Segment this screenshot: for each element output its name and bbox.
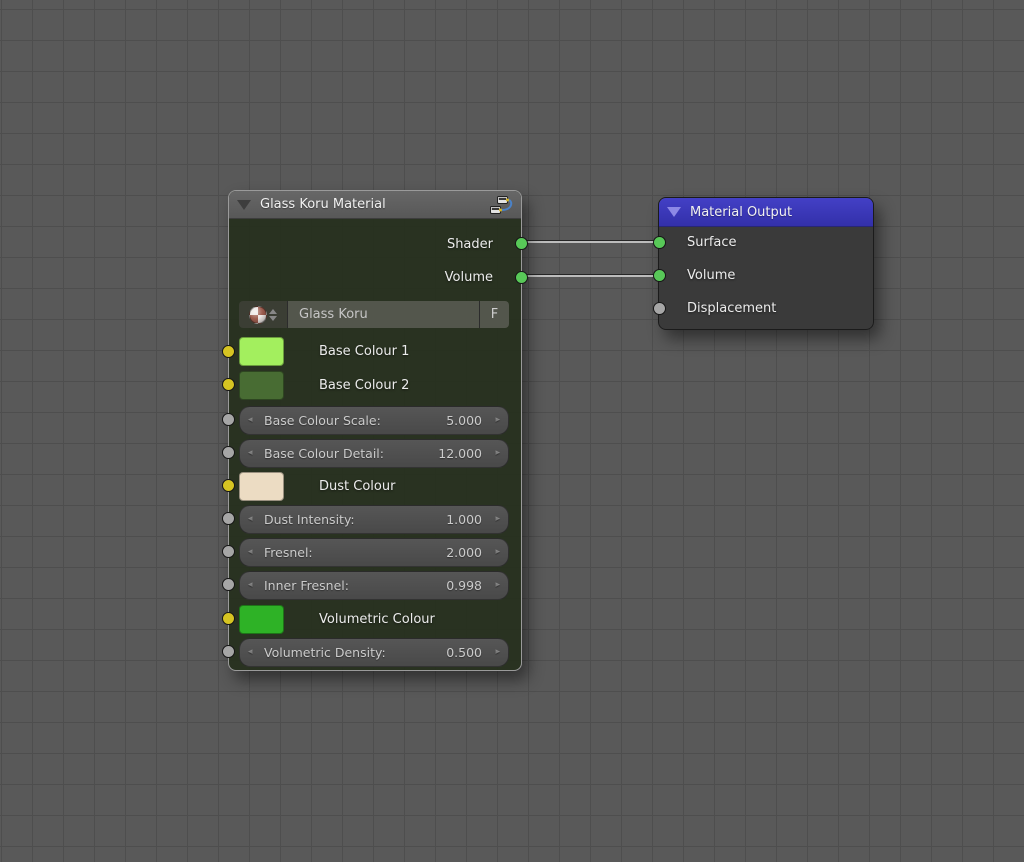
color-swatch-volumetric-colour[interactable]	[239, 605, 284, 634]
slider-value: 2.000	[446, 539, 482, 566]
link-volume-to-volume	[520, 274, 662, 277]
slider-left-arrow-icon[interactable]: ◂	[248, 407, 253, 434]
node-glass-koru-material[interactable]: Glass Koru Material Shader Volume Glass	[228, 190, 522, 671]
node-group-icon	[489, 195, 513, 215]
slider-value: 1.000	[446, 506, 482, 533]
input-label: Base Colour 2	[319, 371, 409, 400]
color-swatch-base-colour-1[interactable]	[239, 337, 284, 366]
datablock-stepper[interactable]	[269, 309, 277, 321]
slider-volumetric-density[interactable]: ◂ Volumetric Density: 0.500 ▸	[239, 638, 509, 667]
slider-left-arrow-icon[interactable]: ◂	[248, 572, 253, 599]
node-title: Glass Koru Material	[260, 197, 485, 212]
socket-output-shader[interactable]	[515, 237, 528, 250]
input-row-dust-colour: Dust Colour	[239, 472, 509, 501]
socket-input-base-colour-scale[interactable]	[222, 413, 235, 426]
socket-input-volumetric-density[interactable]	[222, 645, 235, 658]
socket-input-surface[interactable]	[653, 236, 666, 249]
slider-label: Volumetric Density:	[264, 639, 386, 666]
slider-right-arrow-icon[interactable]: ▸	[495, 539, 500, 566]
socket-input-base-colour-2[interactable]	[222, 378, 235, 391]
slider-left-arrow-icon[interactable]: ◂	[248, 506, 253, 533]
slider-label: Base Colour Scale:	[264, 407, 381, 434]
color-swatch-base-colour-2[interactable]	[239, 371, 284, 400]
socket-input-dust-colour[interactable]	[222, 479, 235, 492]
socket-input-fresnel[interactable]	[222, 545, 235, 558]
input-label-displacement: Displacement	[687, 295, 776, 323]
output-label-shader: Shader	[447, 231, 493, 259]
datablock-selector: Glass Koru F	[239, 301, 509, 328]
slider-right-arrow-icon[interactable]: ▸	[495, 639, 500, 666]
socket-input-inner-fresnel[interactable]	[222, 578, 235, 591]
slider-right-arrow-icon[interactable]: ▸	[495, 407, 500, 434]
material-browse-button[interactable]	[239, 301, 287, 328]
input-row-base-colour-2: Base Colour 2	[239, 371, 509, 400]
slider-label: Fresnel:	[264, 539, 313, 566]
slider-value: 0.998	[446, 572, 482, 599]
slider-right-arrow-icon[interactable]: ▸	[495, 440, 500, 467]
node-header-material-output[interactable]: Material Output	[659, 198, 873, 227]
input-label: Dust Colour	[319, 472, 395, 501]
slider-label: Base Colour Detail:	[264, 440, 384, 467]
output-label-volume: Volume	[445, 264, 493, 292]
slider-left-arrow-icon[interactable]: ◂	[248, 639, 253, 666]
node-material-output[interactable]: Material Output Surface Volume Displacem…	[658, 197, 874, 330]
slider-value: 5.000	[446, 407, 482, 434]
node-title: Material Output	[690, 205, 865, 220]
slider-right-arrow-icon[interactable]: ▸	[495, 506, 500, 533]
datablock-name-field[interactable]: Glass Koru	[287, 301, 479, 328]
input-label: Volumetric Colour	[319, 605, 435, 634]
collapse-triangle-icon[interactable]	[667, 207, 681, 217]
slider-right-arrow-icon[interactable]: ▸	[495, 572, 500, 599]
input-label: Base Colour 1	[319, 337, 409, 366]
slider-dust-intensity[interactable]: ◂ Dust Intensity: 1.000 ▸	[239, 505, 509, 534]
slider-base-colour-scale[interactable]: ◂ Base Colour Scale: 5.000 ▸	[239, 406, 509, 435]
socket-input-base-colour-1[interactable]	[222, 345, 235, 358]
input-row-volumetric-colour: Volumetric Colour	[239, 605, 509, 634]
socket-input-dust-intensity[interactable]	[222, 512, 235, 525]
slider-left-arrow-icon[interactable]: ◂	[248, 539, 253, 566]
material-sphere-icon	[249, 306, 267, 324]
slider-value: 12.000	[438, 440, 482, 467]
slider-fresnel[interactable]: ◂ Fresnel: 2.000 ▸	[239, 538, 509, 567]
slider-left-arrow-icon[interactable]: ◂	[248, 440, 253, 467]
socket-input-volume[interactable]	[653, 269, 666, 282]
input-row-base-colour-1: Base Colour 1	[239, 337, 509, 366]
socket-input-volumetric-colour[interactable]	[222, 612, 235, 625]
fake-user-button[interactable]: F	[479, 301, 509, 328]
slider-label: Inner Fresnel:	[264, 572, 349, 599]
socket-input-displacement[interactable]	[653, 302, 666, 315]
input-label-surface: Surface	[687, 229, 737, 257]
slider-base-colour-detail[interactable]: ◂ Base Colour Detail: 12.000 ▸	[239, 439, 509, 468]
slider-value: 0.500	[446, 639, 482, 666]
slider-label: Dust Intensity:	[264, 506, 355, 533]
socket-input-base-colour-detail[interactable]	[222, 446, 235, 459]
slider-inner-fresnel[interactable]: ◂ Inner Fresnel: 0.998 ▸	[239, 571, 509, 600]
node-editor-canvas[interactable]: Glass Koru Material Shader Volume Glass	[0, 0, 1024, 862]
socket-output-volume[interactable]	[515, 271, 528, 284]
link-shader-to-surface	[520, 240, 662, 243]
node-header-glass-koru[interactable]: Glass Koru Material	[229, 191, 521, 219]
color-swatch-dust-colour[interactable]	[239, 472, 284, 501]
input-label-volume: Volume	[687, 262, 735, 290]
collapse-triangle-icon[interactable]	[237, 200, 251, 210]
